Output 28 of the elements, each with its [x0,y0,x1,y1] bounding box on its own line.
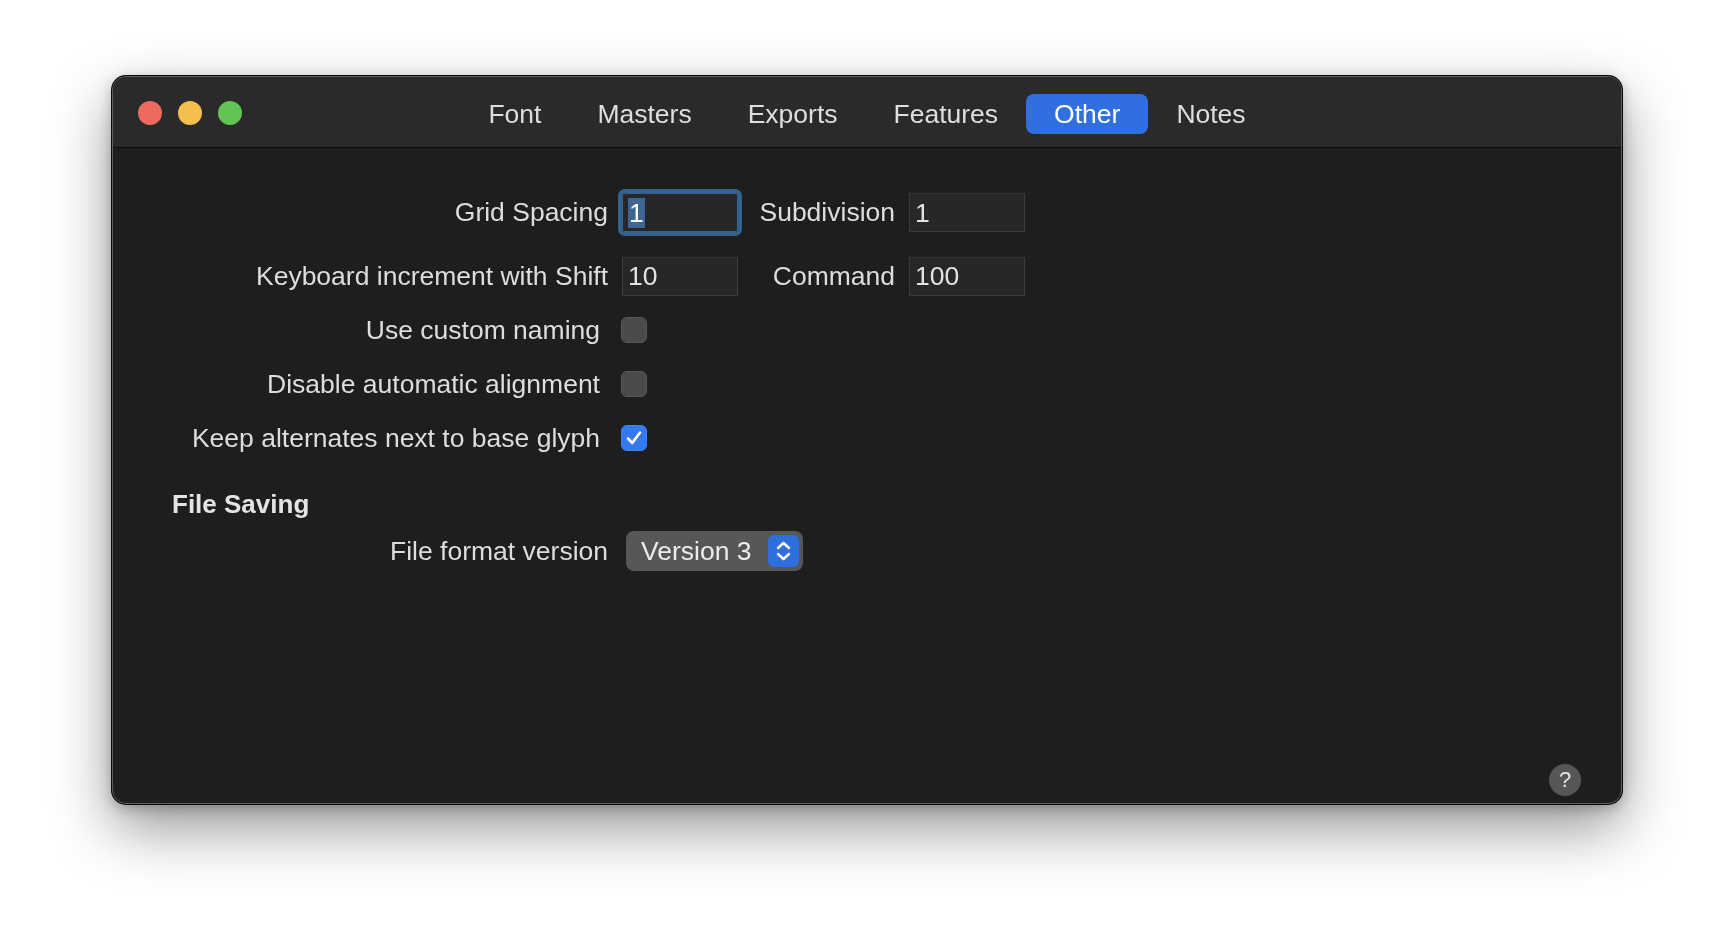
close-icon[interactable] [138,101,162,125]
minimize-icon[interactable] [178,101,202,125]
field-label: Subdivision [759,197,895,227]
text-field[interactable]: 10 [622,256,738,296]
checkbox[interactable] [621,317,647,343]
checkbox-label: Use custom naming [365,314,600,345]
field-label: Keyboard increment with Shift [255,260,608,291]
tab[interactable]: Other [1026,94,1149,134]
stepper-icon [768,535,799,567]
tab[interactable]: Font [460,94,570,134]
fullscreen-icon[interactable] [218,101,242,125]
text-field[interactable]: 1 [909,193,1025,232]
checkbox[interactable] [621,425,647,451]
checkbox[interactable] [621,371,647,397]
tab[interactable]: Features [865,94,1027,134]
help-button[interactable]: ? [1549,764,1581,796]
tab[interactable]: Masters [569,94,720,134]
tab[interactable]: Exports [719,94,866,134]
field-label: File format version [390,535,608,566]
checkbox-label: Keep alternates next to base glyph [191,422,600,453]
text-field[interactable]: 100 [909,256,1025,296]
checkmark-icon [625,429,643,447]
tab[interactable]: Notes [1148,94,1274,134]
field-label: Command [772,260,895,291]
section-heading: File Saving [172,489,310,519]
popup-button[interactable]: Version 3 [626,531,803,571]
checkbox-label: Disable automatic alignment [267,368,600,399]
field-label: Grid Spacing [454,197,608,227]
